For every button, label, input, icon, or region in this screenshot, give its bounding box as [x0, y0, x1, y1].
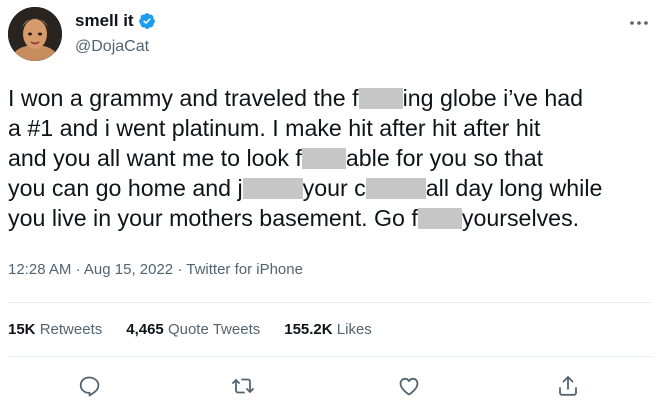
tweet-fragment: all day long while [425, 175, 603, 201]
tweet-fragment: yourselves. [461, 205, 580, 231]
tweet-meta: 12:28 AM · Aug 15, 2022 · Twitter for iP… [8, 261, 303, 278]
tweet-time[interactable]: 12:28 AM [8, 261, 71, 278]
tweet-fragment: I won a grammy and traveled the f [8, 85, 359, 111]
censor-box [358, 88, 403, 109]
tweet-line: I won a grammy and traveled the f ing glo… [8, 83, 658, 113]
tweet-text: I won a grammy and traveled the f ing glo… [8, 83, 658, 233]
tweet-line: a #1 and i went platinum. I make hit aft… [8, 113, 658, 143]
censor-box [242, 178, 303, 199]
tweet-source[interactable]: Twitter for iPhone [186, 261, 303, 278]
like-icon[interactable] [397, 374, 421, 398]
handle[interactable]: @DojaCat [75, 38, 149, 56]
verified-badge-icon [138, 13, 155, 29]
meta-separator: · [75, 261, 81, 278]
tweet-stats: 15K Retweets 4,465 Quote Tweets 155.2K L… [8, 321, 396, 338]
avatar[interactable] [8, 7, 62, 61]
display-name-text: smell it [75, 11, 134, 30]
tweet-line: you can go home and j your c all day long … [8, 173, 658, 203]
tweet-fragment: able for you so that [345, 145, 544, 171]
retweets-stat[interactable]: 15K Retweets [8, 321, 102, 338]
tweet-fragment: you can go home and j [8, 175, 243, 201]
quotes-count: 4,465 [126, 321, 164, 338]
tweet-fragment: and you all want me to look f [8, 145, 302, 171]
tweet-line: you live in your mothers basement. Go f y… [8, 203, 658, 233]
reply-icon[interactable] [77, 374, 101, 398]
tweet-fragment: you live in your mothers basement. Go f [8, 205, 418, 231]
tweet-line: and you all want me to look f able for yo… [8, 143, 658, 173]
quotes-stat[interactable]: 4,465 Quote Tweets [126, 321, 260, 338]
likes-stat[interactable]: 155.2K Likes [284, 321, 372, 338]
share-icon[interactable] [556, 374, 580, 398]
censor-box [417, 208, 462, 229]
divider [8, 356, 652, 357]
retweets-label: Retweets [39, 321, 103, 338]
tweet-fragment: ing globe i’ve had [402, 85, 584, 111]
quotes-label: Quote Tweets [167, 321, 261, 338]
censor-box [301, 148, 346, 169]
likes-count: 155.2K [284, 321, 333, 338]
censor-box [365, 178, 426, 199]
more-options-icon[interactable] [627, 11, 651, 35]
meta-separator: · [177, 261, 183, 278]
tweet-date[interactable]: Aug 15, 2022 [84, 261, 173, 278]
retweet-icon[interactable] [231, 374, 255, 398]
likes-label: Likes [336, 321, 372, 338]
display-name[interactable]: smell it [75, 11, 156, 31]
retweets-count: 15K [8, 321, 36, 338]
avatar-photo [8, 7, 62, 61]
divider [8, 302, 652, 303]
tweet-fragment: your c [302, 175, 366, 201]
tweet-fragment: a #1 and i went platinum. I make hit aft… [8, 115, 541, 141]
